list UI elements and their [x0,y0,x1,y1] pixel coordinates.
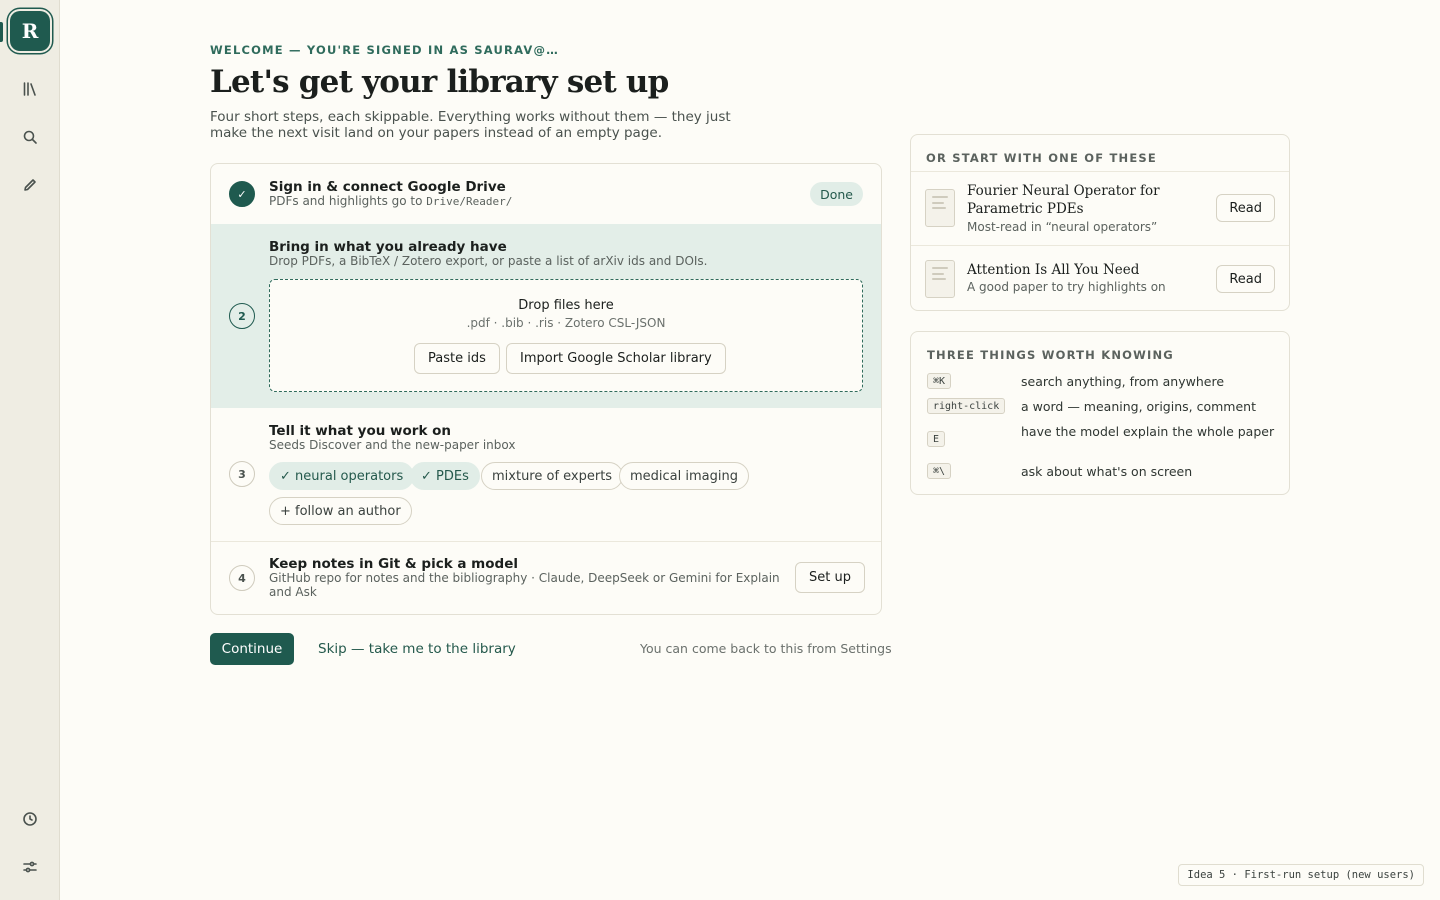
shortcut-key: right-click [927,398,1006,414]
paper-item[interactable]: Fourier Neural Operator for Parametric P… [911,172,1289,245]
tip-row: right-click a word — meaning, origins, c… [927,398,1277,416]
step-4-desc: GitHub repo for notes and the bibliograp… [269,571,780,599]
document-icon [925,260,955,298]
tip-row: E have the model explain the whole paper [927,423,1277,455]
tip-text: a word — meaning, origins, comment [1021,399,1256,414]
file-dropzone[interactable]: Drop files here .pdf · .bib · .ris · Zot… [269,279,863,392]
topic-chip-mixture-of-experts[interactable]: mixture of experts [481,462,624,490]
tips-heading: THREE THINGS WORTH KNOWING [927,348,1174,362]
paper-subtitle: A good paper to try highlights on [967,280,1166,294]
import-scholar-button[interactable]: Import Google Scholar library [506,343,726,374]
idea-label-tag: Idea 5 · First-run setup (new users) [1178,864,1424,886]
tip-text: ask about what's on screen [1021,464,1193,479]
shortcut-key: ⌘\ [927,463,952,479]
active-indicator [0,22,3,42]
follow-author-button[interactable]: + follow an author [269,497,412,525]
step-3-title: Tell it what you work on [269,423,452,439]
continue-button[interactable]: Continue [210,633,294,665]
setup-button[interactable]: Set up [795,562,865,593]
step-2-desc: Drop PDFs, a BibTeX / Zotero export, or … [269,254,708,268]
search-icon[interactable] [20,127,40,147]
paper-title[interactable]: Fourier Neural Operator for Parametric P… [967,182,1207,218]
tip-text: search anything, from anywhere [1021,374,1225,389]
starter-papers-panel: OR START WITH ONE OF THESE Fourier Neura… [910,134,1290,311]
library-icon[interactable] [20,79,40,99]
tip-row: ⌘\ ask about what's on screen [927,463,1277,481]
step-2-number: 2 [229,303,255,329]
shortcut-key: ⌘K [927,373,952,389]
step-3-desc: Seeds Discover and the new-paper inbox [269,438,516,452]
drive-path: Drive/Reader/ [426,195,513,208]
step-interests: 3 Tell it what you work on Seeds Discove… [211,408,881,541]
read-button[interactable]: Read [1216,194,1275,222]
step-import-library: 2 Bring in what you already have Drop PD… [211,224,881,408]
starter-papers-heading: OR START WITH ONE OF THESE [926,151,1157,165]
page-title: Let's get your library set up [210,64,669,100]
step-2-title: Bring in what you already have [269,239,507,255]
document-icon [925,189,955,227]
skip-link[interactable]: Skip — take me to the library [318,641,516,657]
welcome-eyebrow: WELCOME — YOU'RE SIGNED IN AS SAURAV@… [210,43,559,57]
tips-panel: THREE THINGS WORTH KNOWING ⌘K search any… [910,331,1290,495]
app-logo-button[interactable]: R [10,11,50,51]
page-subtitle: Four short steps, each skippable. Everyt… [210,109,731,141]
clock-icon[interactable] [20,809,40,829]
shortcut-key: E [927,431,946,447]
settings-note: You can come back to this from Settings [640,641,892,656]
paper-title[interactable]: Attention Is All You Need [967,261,1207,279]
step-4-title: Keep notes in Git & pick a model [269,556,518,572]
paste-ids-button[interactable]: Paste ids [414,343,500,374]
step-4-number: 4 [229,565,255,591]
step-1-check-icon: ✓ [229,181,255,207]
topic-chip-neural-operators[interactable]: ✓ neural operators [269,462,415,490]
read-button[interactable]: Read [1216,265,1275,293]
step-1-title: Sign in & connect Google Drive [269,179,506,195]
sidebar: R [0,0,60,900]
step-connect-drive: ✓ Sign in & connect Google Drive PDFs an… [211,164,881,224]
settings-sliders-icon[interactable] [20,857,40,877]
tip-row: ⌘K search anything, from anywhere [927,373,1277,391]
step-1-done-badge: Done [810,182,863,206]
setup-steps-card: ✓ Sign in & connect Google Drive PDFs an… [210,163,882,615]
paper-subtitle: Most-read in “neural operators” [967,220,1158,234]
step-3-number: 3 [229,461,255,487]
step-1-desc: PDFs and highlights go to Drive/Reader/ [269,194,513,208]
pencil-icon[interactable] [20,175,40,195]
paper-item[interactable]: Attention Is All You Need A good paper t… [911,246,1289,310]
step-git-model: 4 Keep notes in Git & pick a model GitHu… [211,542,881,614]
tip-text: have the model explain the whole paper [1021,424,1275,439]
topic-chip-medical-imaging[interactable]: medical imaging [619,462,749,490]
topic-chip-pdes[interactable]: ✓ PDEs [410,462,480,490]
dropzone-formats: .pdf · .bib · .ris · Zotero CSL-JSON [466,316,666,330]
dropzone-title: Drop files here [518,298,614,313]
